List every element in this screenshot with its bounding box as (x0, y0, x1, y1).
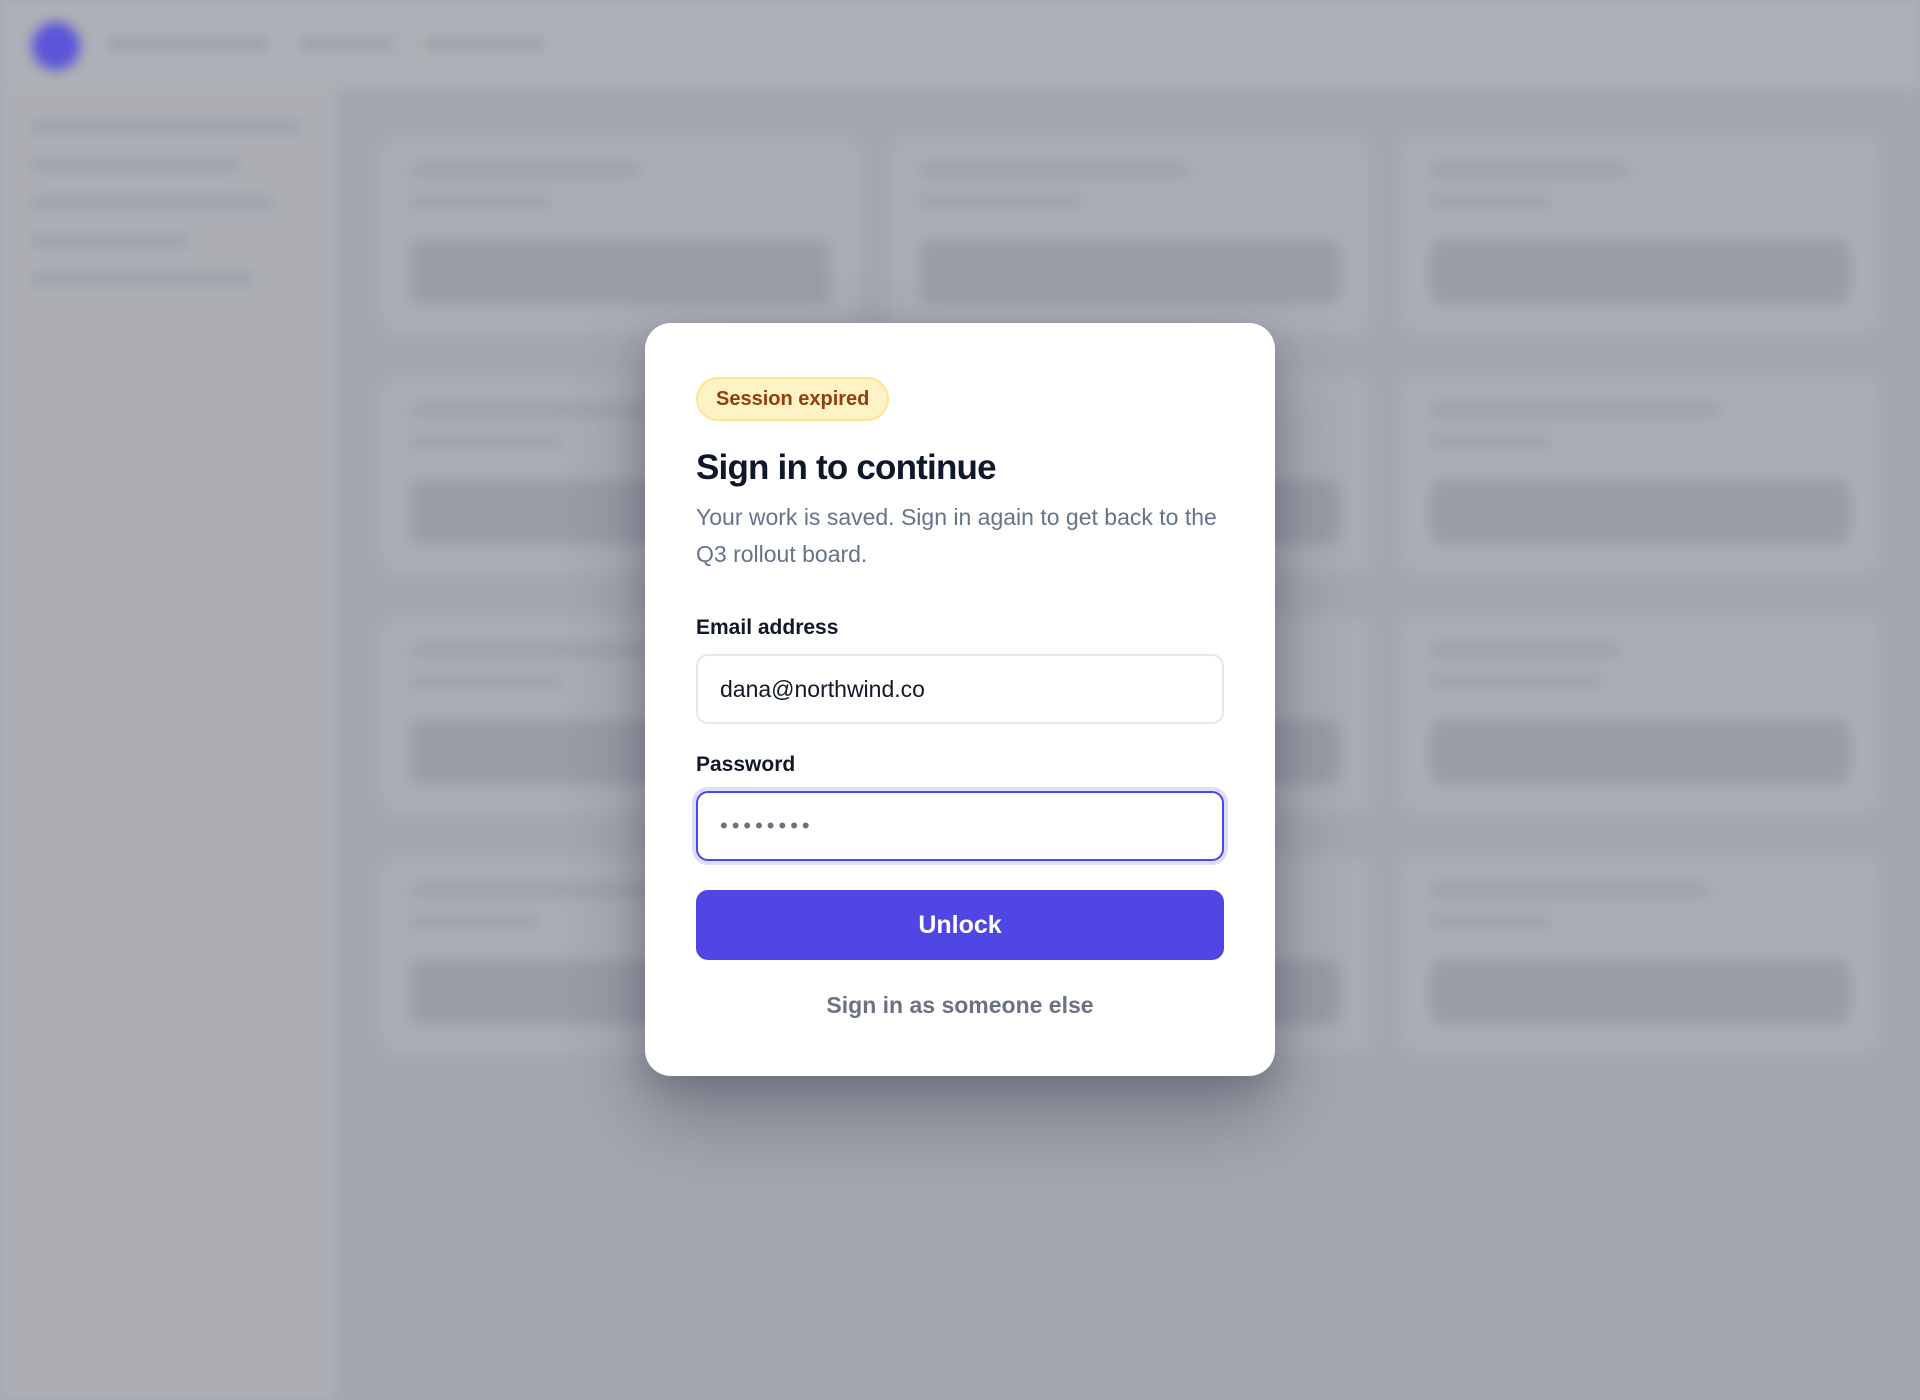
status-badge: Session expired (696, 377, 890, 421)
dialog-subtitle: Your work is saved. Sign in again to get… (696, 504, 1217, 567)
session-expired-dialog: Session expired Sign in to continue Your… (645, 323, 1275, 1076)
password-field[interactable] (696, 791, 1224, 861)
dialog-title: Sign in to continue (696, 448, 997, 487)
sign-in-as-someone-else-link[interactable]: Sign in as someone else (696, 992, 1224, 1019)
unlock-button[interactable]: Unlock (696, 890, 1224, 960)
password-label: Password (696, 753, 796, 776)
email-field[interactable] (696, 654, 1224, 724)
email-label: Email address (696, 616, 839, 639)
